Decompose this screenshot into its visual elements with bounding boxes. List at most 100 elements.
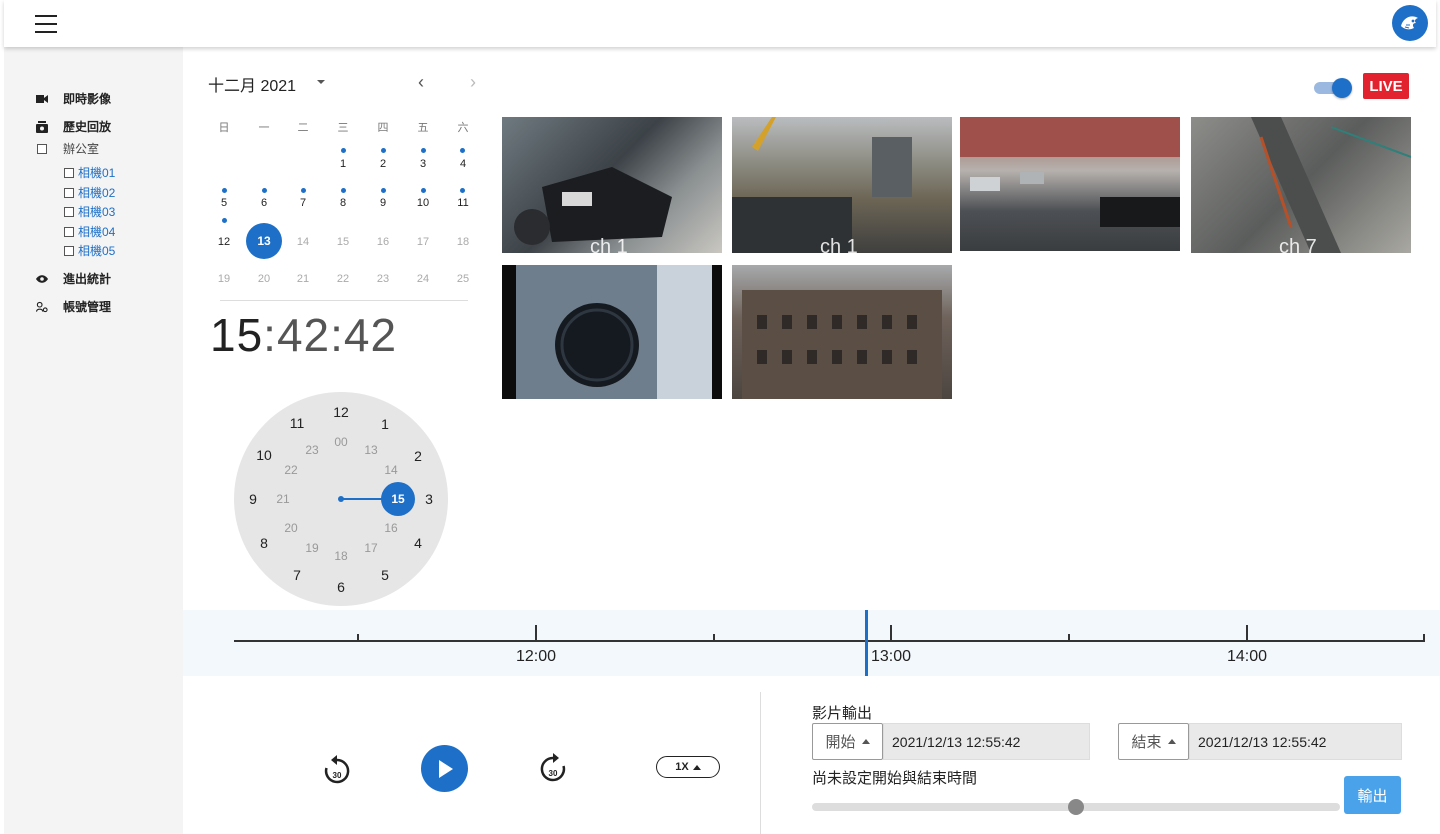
calendar-day[interactable]: 11: [443, 197, 483, 209]
calendar-day[interactable]: 19: [204, 273, 244, 285]
hour-picker-dial[interactable]: 12 1 2 3 4 5 6 7 8 9 10 11 00 13 14 15 1…: [234, 392, 448, 606]
hour-option[interactable]: 2: [406, 448, 430, 464]
calendar-day[interactable]: 5: [204, 197, 244, 209]
calendar-day[interactable]: 7: [283, 197, 323, 209]
weekday: 五: [417, 122, 429, 134]
camera-thumbnail[interactable]: ch 1: [732, 117, 952, 253]
calendar-day[interactable]: 14: [283, 236, 323, 248]
hamburger-icon[interactable]: [35, 15, 57, 33]
camera-item-05[interactable]: 相機05: [64, 242, 115, 259]
nav-history-label: 歷史回放: [63, 120, 112, 134]
calendar-day[interactable]: 22: [323, 273, 363, 285]
nav-stats[interactable]: 進出統計: [36, 270, 111, 287]
time-second[interactable]: 42: [344, 309, 397, 361]
calendar-day[interactable]: 3: [403, 158, 443, 170]
hour-option[interactable]: 1: [373, 416, 397, 432]
hour-option[interactable]: 9: [241, 491, 265, 507]
calendar-day-selected[interactable]: 13: [246, 223, 282, 259]
calendar-day[interactable]: 2: [363, 158, 403, 170]
checkbox-icon[interactable]: [64, 226, 74, 237]
hour-option[interactable]: 23: [300, 443, 324, 457]
hour-option[interactable]: 12: [329, 404, 353, 420]
next-month-icon[interactable]: ›: [470, 72, 476, 93]
slider-handle[interactable]: [1068, 799, 1084, 815]
timeline-cursor[interactable]: [865, 610, 868, 676]
weekday: 日: [218, 122, 230, 134]
nav-history[interactable]: 歷史回放: [36, 118, 111, 135]
export-button[interactable]: 輸出: [1344, 776, 1401, 814]
calendar-day[interactable]: 16: [363, 236, 403, 248]
hour-option[interactable]: 20: [279, 521, 303, 535]
hour-option[interactable]: 4: [406, 535, 430, 551]
start-time-input[interactable]: 2021/12/13 12:55:42: [883, 723, 1090, 760]
calendar-day[interactable]: 6: [244, 197, 284, 209]
hour-option[interactable]: 3: [417, 491, 441, 507]
checkbox-icon[interactable]: [64, 187, 74, 198]
hour-option[interactable]: 11: [285, 415, 309, 431]
hour-option-selected[interactable]: 15: [386, 492, 410, 506]
calendar-day[interactable]: 9: [363, 197, 403, 209]
calendar-day[interactable]: 8: [323, 197, 363, 209]
camera-thumbnail[interactable]: [732, 265, 952, 399]
checkbox-icon[interactable]: [36, 143, 48, 155]
start-time-button[interactable]: 開始: [812, 723, 883, 760]
hour-option[interactable]: 14: [379, 463, 403, 477]
hour-option[interactable]: 22: [279, 463, 303, 477]
play-button[interactable]: [421, 745, 468, 792]
camera-item-01[interactable]: 相機01: [64, 164, 115, 181]
camera-thumbnail[interactable]: ch 1: [502, 117, 722, 253]
calendar-day[interactable]: 21: [283, 273, 323, 285]
camera-item-03[interactable]: 相機03: [64, 203, 115, 220]
hour-option[interactable]: 21: [271, 492, 295, 506]
forward-30-icon[interactable]: 30: [538, 752, 568, 784]
tiger-logo-icon[interactable]: [1392, 5, 1428, 41]
chevron-down-icon[interactable]: [317, 80, 325, 84]
hour-option[interactable]: 7: [285, 567, 309, 583]
end-time-button[interactable]: 結束: [1118, 723, 1189, 760]
hour-option[interactable]: 13: [359, 443, 383, 457]
calendar-day[interactable]: 4: [443, 158, 483, 170]
camera-thumbnail[interactable]: [502, 265, 722, 399]
hour-option[interactable]: 16: [379, 521, 403, 535]
speed-selector[interactable]: 1X: [656, 756, 720, 778]
camera-item-02[interactable]: 相機02: [64, 184, 115, 201]
hour-option[interactable]: 00: [329, 435, 353, 449]
calendar-day[interactable]: 12: [204, 236, 244, 248]
calendar-day[interactable]: 17: [403, 236, 443, 248]
calendar-day[interactable]: 24: [403, 273, 443, 285]
time-minute[interactable]: 42: [277, 309, 330, 361]
calendar-day[interactable]: 23: [363, 273, 403, 285]
checkbox-icon[interactable]: [64, 167, 74, 178]
camera-thumbnail[interactable]: ch 7: [1191, 117, 1411, 253]
tree-office[interactable]: 辦公室: [36, 140, 99, 157]
eye-icon: [36, 273, 48, 285]
calendar-day[interactable]: 15: [323, 236, 363, 248]
hour-option[interactable]: 8: [252, 535, 276, 551]
nav-accounts[interactable]: 帳號管理: [36, 298, 111, 315]
hour-option[interactable]: 18: [329, 549, 353, 563]
hour-option[interactable]: 6: [329, 579, 353, 595]
playback-timeline[interactable]: 12:00 13:00 14:00: [183, 610, 1440, 676]
hour-option[interactable]: 10: [252, 447, 276, 463]
hour-option[interactable]: 5: [373, 567, 397, 583]
hour-option[interactable]: 17: [359, 541, 383, 555]
camera-item-04[interactable]: 相機04: [64, 223, 115, 240]
prev-month-icon[interactable]: ‹: [418, 72, 424, 93]
calendar-month-label[interactable]: 十二月 2021: [208, 72, 296, 96]
export-range-slider[interactable]: [812, 799, 1340, 815]
time-hour[interactable]: 15: [210, 309, 263, 361]
calendar-day[interactable]: 20: [244, 273, 284, 285]
calendar-day[interactable]: 18: [443, 236, 483, 248]
nav-live[interactable]: 即時影像: [36, 90, 111, 107]
calendar-day[interactable]: 25: [443, 273, 483, 285]
hour-option[interactable]: 19: [300, 541, 324, 555]
live-toggle[interactable]: [1314, 78, 1352, 98]
event-dot: [381, 148, 386, 153]
checkbox-icon[interactable]: [64, 245, 74, 256]
calendar-day[interactable]: 10: [403, 197, 443, 209]
end-time-input[interactable]: 2021/12/13 12:55:42: [1189, 723, 1402, 760]
rewind-30-icon[interactable]: 30: [322, 754, 352, 786]
calendar-day[interactable]: 1: [323, 158, 363, 170]
checkbox-icon[interactable]: [64, 206, 74, 217]
camera-thumbnail[interactable]: [960, 117, 1180, 251]
